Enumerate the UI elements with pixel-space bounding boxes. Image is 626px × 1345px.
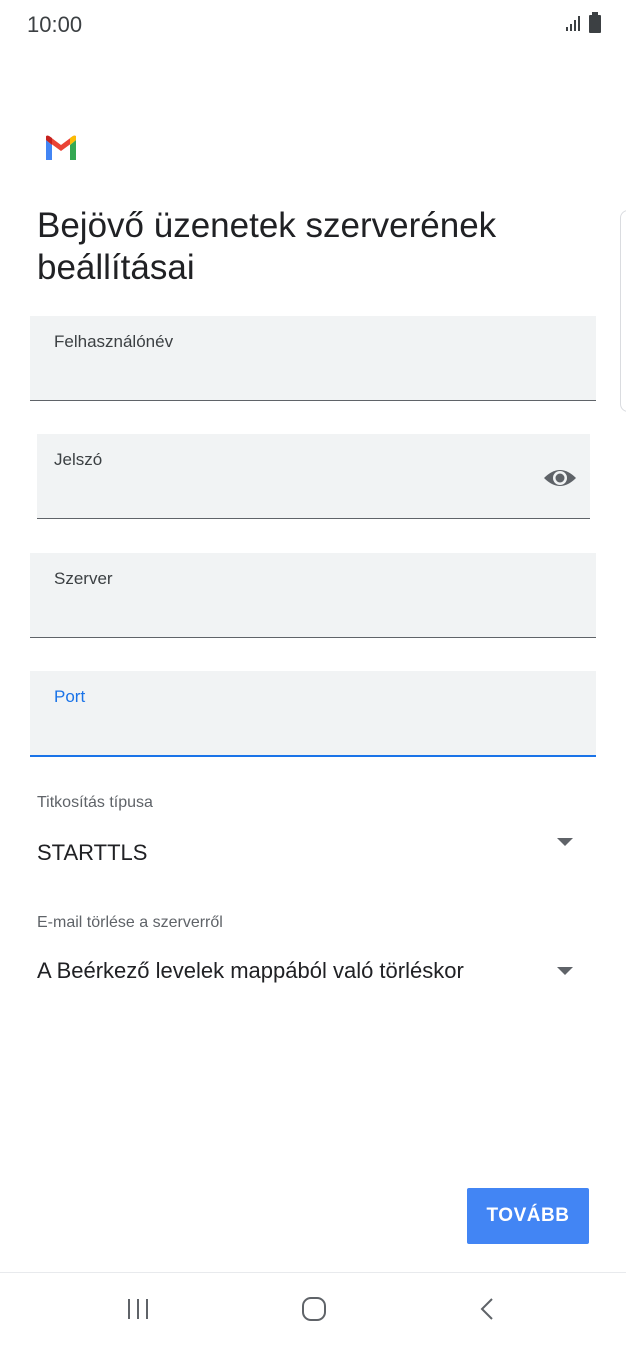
battery-icon bbox=[589, 12, 601, 33]
back-icon[interactable] bbox=[468, 1293, 508, 1325]
scroll-indicator[interactable] bbox=[620, 210, 626, 412]
server-input[interactable] bbox=[30, 553, 600, 639]
delete-dropdown-icon[interactable] bbox=[557, 967, 573, 975]
password-field[interactable]: Jelszó bbox=[37, 434, 594, 520]
username-input[interactable] bbox=[30, 316, 600, 402]
status-icons bbox=[564, 12, 602, 34]
next-button[interactable]: TOVÁBB bbox=[467, 1188, 589, 1244]
password-input[interactable] bbox=[37, 434, 594, 520]
delete-from-server-select[interactable]: A Beérkező levelek mappából való törlésk… bbox=[37, 958, 464, 984]
signal-icon bbox=[565, 16, 580, 31]
delete-from-server-label: E-mail törlése a szerverről bbox=[37, 914, 223, 931]
encryption-dropdown-icon[interactable] bbox=[557, 838, 573, 846]
recents-icon[interactable] bbox=[118, 1293, 158, 1325]
encryption-label: Titkosítás típusa bbox=[37, 794, 153, 811]
status-bar: 10:00 bbox=[0, 0, 626, 50]
navigation-bar bbox=[0, 1272, 626, 1345]
port-field[interactable]: Port bbox=[30, 671, 600, 757]
eye-icon[interactable] bbox=[542, 464, 578, 492]
page-title: Bejövő üzenetek szerverének beállításai bbox=[37, 206, 497, 287]
home-icon[interactable] bbox=[294, 1293, 334, 1325]
username-field[interactable]: Felhasználónév bbox=[30, 316, 600, 402]
gmail-logo-icon bbox=[46, 135, 76, 160]
encryption-select[interactable]: STARTTLS bbox=[37, 840, 147, 866]
port-input[interactable] bbox=[30, 671, 600, 757]
server-field[interactable]: Szerver bbox=[30, 553, 600, 639]
status-time: 10:00 bbox=[27, 12, 83, 37]
